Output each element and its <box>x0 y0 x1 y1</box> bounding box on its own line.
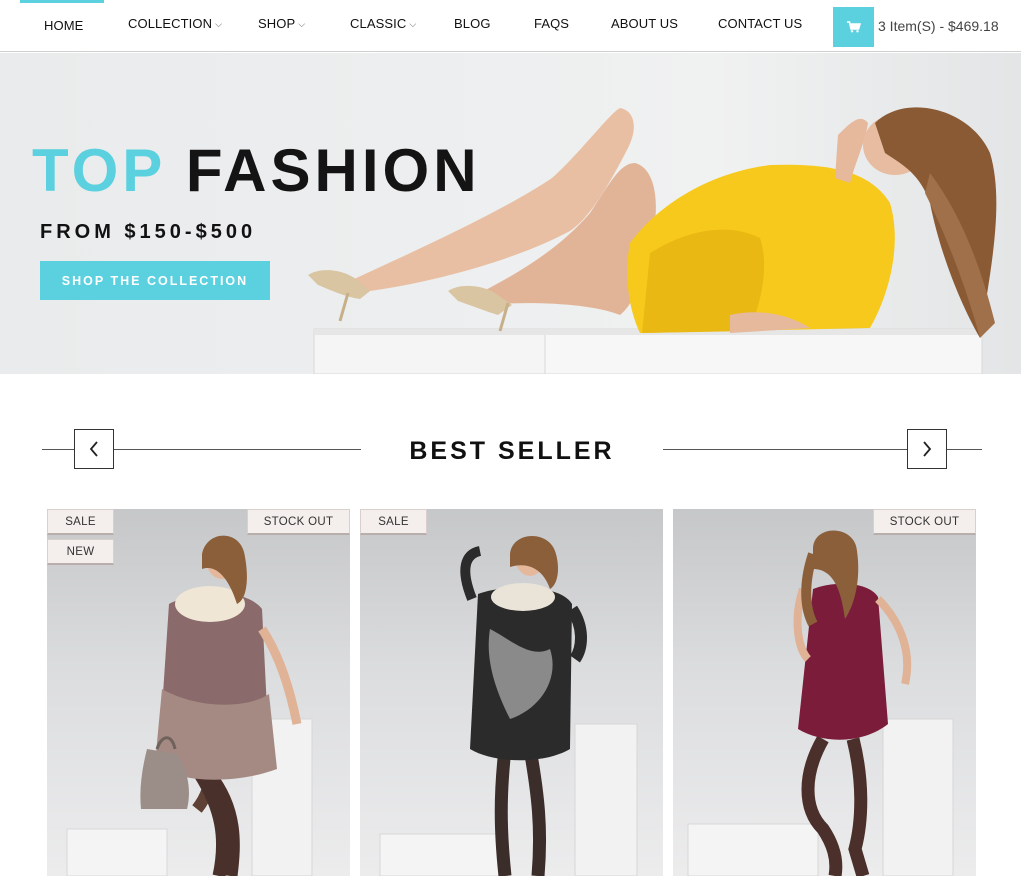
hero-subtitle: FROM $150-$500 <box>40 221 257 243</box>
sale-badge: SALE <box>47 509 114 535</box>
nav-contact-us[interactable]: CONTACT US <box>718 16 802 31</box>
product-image <box>379 535 638 876</box>
nav-about-us[interactable]: ABOUT US <box>611 16 678 31</box>
product-card[interactable]: STOCK OUT <box>673 509 976 876</box>
cart-icon <box>846 21 861 33</box>
cart-summary[interactable]: 3 Item(S) - $469.18 <box>878 18 999 34</box>
active-nav-indicator <box>20 0 104 3</box>
hero-banner: TOP FASHION FROM $150-$500 SHOP THE COLL… <box>0 53 1021 374</box>
cart-button[interactable] <box>833 7 874 47</box>
nav-faqs[interactable]: FAQS <box>534 16 569 31</box>
carousel-next-button[interactable] <box>907 429 947 469</box>
nav-shop[interactable]: SHOP ⌵ <box>258 16 305 31</box>
nav-collection[interactable]: COLLECTION ⌵ <box>128 16 222 31</box>
nav-home[interactable]: HOME <box>44 18 83 33</box>
carousel-prev-button[interactable] <box>74 429 114 469</box>
chevron-down-icon: ⌵ <box>298 19 306 29</box>
nav-blog[interactable]: BLOG <box>454 16 491 31</box>
nav-classic[interactable]: CLASSIC ⌵ <box>350 16 416 31</box>
chevron-down-icon: ⌵ <box>409 19 417 29</box>
product-card[interactable]: SALE NEW STOCK OUT <box>47 509 350 876</box>
hero-title-main: FASHION <box>185 137 481 204</box>
new-badge: NEW <box>47 539 114 565</box>
hero-title-accent: TOP <box>32 137 166 204</box>
chevron-down-icon: ⌵ <box>215 19 223 29</box>
hero-title: TOP FASHION <box>32 141 481 201</box>
product-image <box>687 530 954 876</box>
shop-collection-button[interactable]: SHOP THE COLLECTION <box>40 261 270 300</box>
stock-out-badge: STOCK OUT <box>247 509 350 535</box>
section-title: BEST SELLER <box>409 437 615 465</box>
chevron-right-icon <box>923 441 932 457</box>
top-navigation: HOME COLLECTION ⌵ SHOP ⌵ CLASSIC ⌵ BLOG FAQ… <box>0 0 1021 52</box>
chevron-left-icon <box>89 441 98 457</box>
product-card[interactable]: SALE <box>360 509 663 876</box>
stock-out-badge: STOCK OUT <box>873 509 976 535</box>
sale-badge: SALE <box>360 509 427 535</box>
hero-model-image <box>308 107 997 374</box>
